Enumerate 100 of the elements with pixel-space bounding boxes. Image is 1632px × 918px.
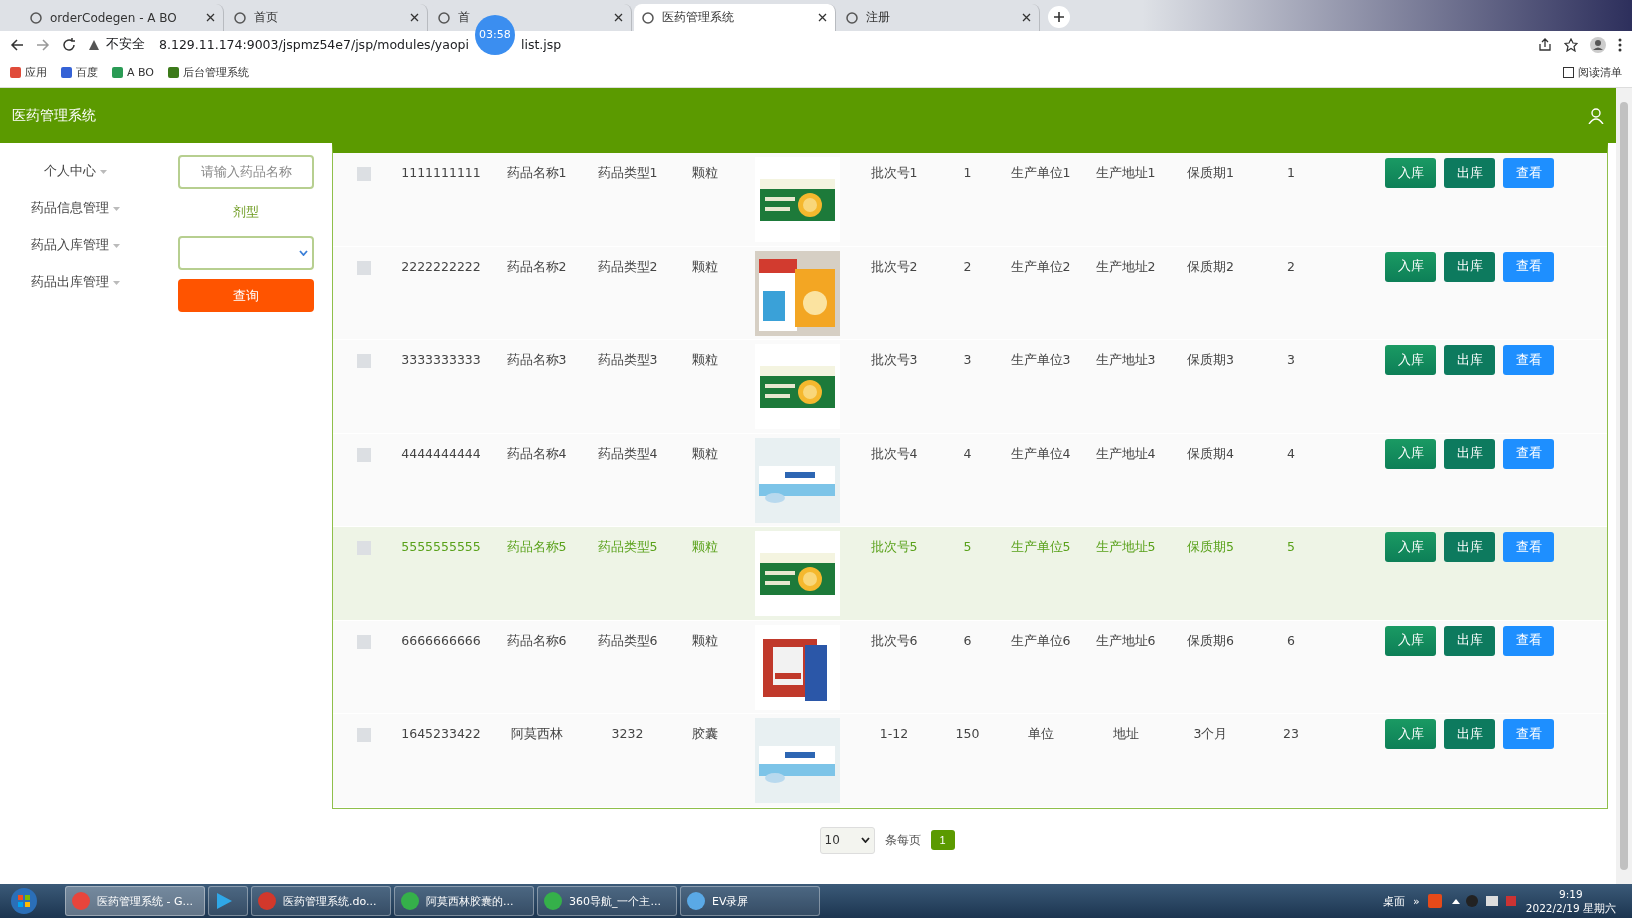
caret-icon <box>99 169 107 174</box>
star-icon[interactable] <box>1564 37 1578 52</box>
sidebar-item[interactable]: 药品信息管理 <box>30 198 120 219</box>
table-cell-text: 4 <box>1286 444 1296 463</box>
bookmark-icon <box>168 67 180 78</box>
table-cell-text: 地址 <box>1111 725 1140 743</box>
close-icon[interactable] <box>1022 13 1031 22</box>
table-cell-text: 药品类型4 <box>596 444 659 463</box>
row-checkbox[interactable] <box>357 634 371 649</box>
row-checkbox[interactable] <box>357 447 371 462</box>
table-cell-text: 3 <box>1286 351 1296 369</box>
table-cell-text: 3333333333 <box>400 351 482 369</box>
row-checkbox[interactable] <box>357 354 371 368</box>
table-cell-text: 5555555555 <box>400 538 482 556</box>
action-button[interactable]: 出库 <box>1444 625 1495 656</box>
page-size-select[interactable]: 10 <box>819 826 875 854</box>
close-icon[interactable] <box>818 13 827 22</box>
action-button[interactable]: 出库 <box>1444 532 1495 562</box>
search-field[interactable]: 请输入药品名称 <box>178 155 314 189</box>
clock[interactable]: 9:19 2022/2/19 星期六 <box>1525 887 1616 915</box>
taskbar-item[interactable]: 医药管理系统 - G... <box>65 886 205 916</box>
reload-icon[interactable] <box>62 37 76 52</box>
warning-icon <box>88 38 100 51</box>
table-cell-text: 药品类型1 <box>596 164 659 182</box>
table-cell-text: 生产单位1 <box>1009 164 1072 182</box>
app-icon <box>543 891 563 911</box>
table-cell-text: 药品类型6 <box>596 631 659 650</box>
new-tab-icon[interactable] <box>1048 6 1070 28</box>
table-cell-text: 颗粒 <box>691 631 719 650</box>
sidebar-item[interactable]: 药品出库管理 <box>30 272 120 293</box>
forward-icon[interactable] <box>36 37 50 52</box>
taskbar-item[interactable]: 阿莫西林胶囊的... <box>394 886 534 916</box>
close-icon[interactable] <box>410 13 419 22</box>
table-cell-text: 保质期3 <box>1186 351 1235 369</box>
action-button[interactable]: 入库 <box>1385 719 1436 749</box>
back-icon[interactable] <box>10 37 24 52</box>
action-button[interactable]: 出库 <box>1444 719 1495 749</box>
desktop-label[interactable]: 桌面 <box>1383 893 1406 909</box>
table-cell-text: 6 <box>962 631 973 650</box>
bookmark[interactable]: A BO <box>112 66 155 79</box>
caret-icon <box>112 280 120 285</box>
table-cell-text: 23 <box>1282 725 1300 743</box>
close-icon[interactable] <box>206 13 215 22</box>
per-page-label: 条每页 <box>884 832 921 848</box>
table-cell-text: 生产地址5 <box>1094 538 1157 556</box>
table-cell-text: 4444444444 <box>400 444 482 463</box>
bookmark[interactable]: 应用 <box>10 65 47 80</box>
row-checkbox[interactable] <box>357 728 371 742</box>
tray-icons-drawing[interactable] <box>1427 894 1518 908</box>
taskbar-item[interactable]: EV录屏 <box>680 886 820 916</box>
bookmark[interactable]: 百度 <box>61 65 98 80</box>
more-label[interactable]: » <box>1413 894 1420 908</box>
taskbar-item[interactable] <box>208 886 248 916</box>
table-cell-text: 1645233422 <box>400 725 482 743</box>
action-button[interactable]: 出库 <box>1444 438 1495 469</box>
scrollbar[interactable] <box>1616 88 1632 884</box>
row-checkbox[interactable] <box>357 260 371 275</box>
table-cell-text: 颗粒 <box>691 444 719 463</box>
action-button[interactable]: 入库 <box>1385 532 1436 562</box>
table-cell-text: 批次号3 <box>869 351 919 369</box>
user-icon[interactable] <box>1588 107 1604 124</box>
windows-logo-icon <box>11 888 37 914</box>
table-cell-text: 药品类型3 <box>596 351 659 369</box>
action-button[interactable]: 入库 <box>1385 438 1436 469</box>
sidebar-item[interactable]: 药品入库管理 <box>30 235 120 256</box>
reading-list[interactable]: 阅读清单 <box>1563 65 1622 80</box>
table-cell-text: 6666666666 <box>400 631 482 650</box>
security-label: 不安全 <box>106 36 145 53</box>
row-checkbox[interactable] <box>357 167 371 181</box>
table-cell-text: 150 <box>954 725 981 743</box>
url-text[interactable]: 8.129.11.174:9003/jspmz54e7/jsp/modules/yaopi <box>159 37 469 52</box>
profile-icon[interactable] <box>1590 36 1606 53</box>
bookmark-icon <box>61 67 72 78</box>
table-cell-text: 3个月 <box>1192 725 1229 743</box>
taskbar-item[interactable]: 医药管理系统.do... <box>251 886 391 916</box>
action-button[interactable]: 出库 <box>1444 345 1495 375</box>
table-cell-text: 药品名称6 <box>505 631 568 650</box>
table-cell-text: 批次号6 <box>869 631 919 650</box>
menu-icon[interactable] <box>1618 37 1622 52</box>
table-cell-text: 单位 <box>1026 725 1055 743</box>
taskbar-item[interactable]: 360导航_一个主... <box>537 886 677 916</box>
action-button[interactable]: 入库 <box>1385 158 1436 188</box>
app-icon <box>686 891 706 911</box>
table-cell-text: 批次号5 <box>869 538 919 556</box>
action-button[interactable]: 入库 <box>1385 625 1436 656</box>
table-cell-text: 生产单位5 <box>1009 538 1072 556</box>
action-button[interactable]: 出库 <box>1444 158 1495 188</box>
action-button[interactable]: 入库 <box>1385 251 1436 282</box>
url-text[interactable]: list.jsp <box>520 37 562 52</box>
table-cell-text: 生产单位4 <box>1009 444 1072 463</box>
bookmark[interactable]: 后台管理系统 <box>168 65 250 80</box>
close-icon[interactable] <box>614 13 623 22</box>
action-button[interactable]: 入库 <box>1385 345 1436 375</box>
action-button[interactable]: 出库 <box>1444 251 1495 282</box>
sidebar-item[interactable]: 个人中心 <box>43 161 107 182</box>
share-icon[interactable] <box>1538 37 1552 52</box>
table-cell-text: 保质期1 <box>1186 164 1235 182</box>
table-cell-text: 6 <box>1286 631 1296 650</box>
browser-tab[interactable]: 医药管理系统 <box>634 4 836 31</box>
table-cell-text: 2 <box>962 257 973 276</box>
